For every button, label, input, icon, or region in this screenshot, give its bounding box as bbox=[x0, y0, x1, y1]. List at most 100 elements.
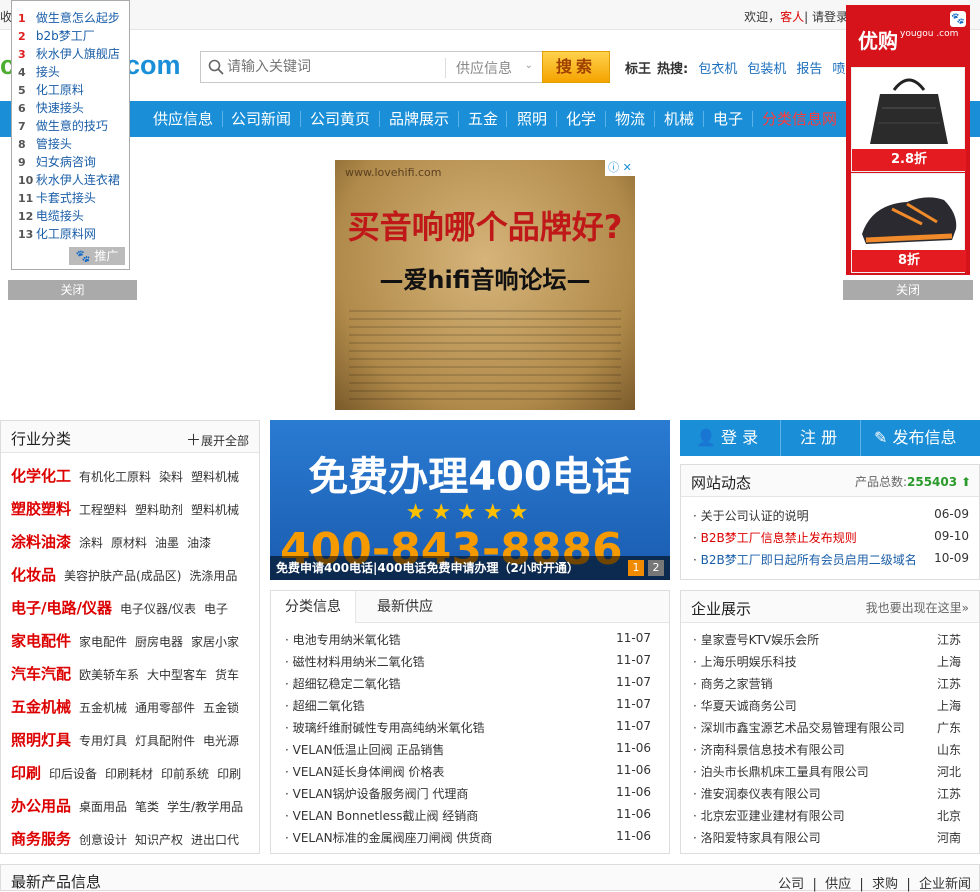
company-item[interactable]: · 商务之家营销 江苏 bbox=[693, 675, 961, 695]
category-sub-link[interactable]: 印后设备 bbox=[49, 767, 97, 781]
list-item[interactable]: · 电池专用纳米氧化锆 11-07 bbox=[285, 631, 651, 651]
ad-list-item[interactable]: 4 接头 bbox=[18, 63, 130, 81]
item-link[interactable]: VELAN Bonnetless截止阀 经销商 bbox=[293, 809, 479, 823]
filter-link-supply[interactable]: 供应 bbox=[825, 877, 851, 892]
company-link[interactable]: 泊头市长鼎机床工量具有限公司 bbox=[701, 765, 869, 779]
category-sub-link[interactable]: 原材料 bbox=[111, 536, 147, 550]
appear-here-link[interactable]: 我也要出现在这里» bbox=[866, 599, 969, 616]
category-sub-link[interactable]: 创意设计 bbox=[79, 833, 127, 847]
ad-link[interactable]: 接头 bbox=[36, 65, 60, 79]
category-sub-link[interactable]: 进出口代 bbox=[191, 833, 239, 847]
category-sub-link[interactable]: 电子仪器 bbox=[120, 602, 168, 616]
category-main-link[interactable]: 办公用品 bbox=[11, 797, 71, 815]
category-sub-link[interactable]: 欧美轿车系 bbox=[79, 668, 139, 682]
item-link[interactable]: 电池专用纳米氧化锆 bbox=[293, 633, 401, 647]
close-left-ad-button[interactable]: 关闭 bbox=[8, 280, 137, 300]
ad-link[interactable]: 妇女病咨询 bbox=[36, 155, 96, 169]
yougou-ad[interactable]: 优购 yougou .com 🐾 2.8折 8折 bbox=[846, 5, 970, 275]
ad-link[interactable]: 秋水伊人连衣裙 bbox=[36, 173, 120, 187]
nav-item[interactable]: 物流 bbox=[615, 101, 645, 137]
expand-all-link[interactable]: ＋展开全部 bbox=[186, 429, 249, 450]
item-link[interactable]: 磁性材料用纳米二氧化锆 bbox=[293, 655, 425, 669]
category-sub-link[interactable]: 灯具配附件 bbox=[135, 734, 195, 748]
list-item[interactable]: · VELAN Bonnetless截止阀 经销商 11-06 bbox=[285, 807, 651, 827]
category-sub-link[interactable]: 五金锁 bbox=[203, 701, 239, 715]
category-main-link[interactable]: 印刷 bbox=[11, 764, 41, 782]
product-card-handbag[interactable]: 2.8折 bbox=[851, 67, 966, 172]
category-main-link[interactable]: 电子/电路/仪器 bbox=[11, 599, 112, 617]
category-sub-link[interactable]: 印刷 bbox=[217, 767, 241, 781]
nav-item[interactable]: 供应信息 bbox=[153, 101, 213, 137]
category-sub-link[interactable]: 油墨 bbox=[155, 536, 179, 550]
category-sub-link[interactable]: 塑料助剂 bbox=[135, 503, 183, 517]
company-link[interactable]: 深圳市鑫宝源艺术品交易管理有限公司 bbox=[701, 721, 905, 735]
nav-item[interactable]: 机械 bbox=[664, 101, 694, 137]
company-item[interactable]: · 华夏天诚商务公司 上海 bbox=[693, 697, 961, 717]
category-sub-link[interactable]: 家电配件 bbox=[79, 635, 127, 649]
filter-link-company[interactable]: 公司 bbox=[778, 877, 804, 892]
category-main-link[interactable]: 涂料油漆 bbox=[11, 533, 71, 551]
company-link[interactable]: 皇家壹号KTV娱乐会所 bbox=[701, 633, 819, 647]
ad-list-item[interactable]: 9 妇女病咨询 bbox=[18, 153, 130, 171]
ad-link[interactable]: b2b梦工厂 bbox=[36, 29, 95, 43]
item-link[interactable]: VELAN标准的金属阀座刀闸阀 供货商 bbox=[293, 831, 493, 845]
category-sub-link[interactable]: 印前系统 bbox=[161, 767, 209, 781]
login-button[interactable]: 👤 登 录 bbox=[696, 420, 758, 456]
company-link[interactable]: 华夏天诚商务公司 bbox=[701, 699, 797, 713]
tab-latest-supply[interactable]: 最新供应 bbox=[363, 591, 447, 623]
category-sub-link[interactable]: 工程塑料 bbox=[79, 503, 127, 517]
category-sub-link[interactable]: 学生/教学用品 bbox=[167, 800, 243, 814]
tab-classified[interactable]: 分类信息 bbox=[271, 591, 356, 623]
news-link[interactable]: B2B梦工厂即日起所有会员启用二级域名 bbox=[701, 553, 917, 567]
ad-link[interactable]: 做生意怎么起步 bbox=[36, 11, 120, 25]
close-right-ad-button[interactable]: 关闭 bbox=[843, 280, 973, 300]
register-button[interactable]: 注 册 bbox=[800, 420, 837, 456]
ad-link[interactable]: 管接头 bbox=[36, 137, 72, 151]
company-link[interactable]: 淮安润泰仪表有限公司 bbox=[701, 787, 821, 801]
filter-link-news[interactable]: 企业新闻 bbox=[919, 877, 971, 892]
ad-list-item[interactable]: 8 管接头 bbox=[18, 135, 130, 153]
nav-item-classified[interactable]: 分类信息网 bbox=[762, 101, 837, 137]
item-link[interactable]: 超细钇稳定二氧化锆 bbox=[293, 677, 401, 691]
list-item[interactable]: · VELAN锅炉设备服务阀门 代理商 11-06 bbox=[285, 785, 651, 805]
slide-indicator[interactable]: 2 bbox=[648, 560, 664, 576]
ad-list-item[interactable]: 13 化工原料网 bbox=[18, 225, 130, 243]
list-item[interactable]: · 玻璃纤维耐碱性专用高纯纳米氧化锆 11-07 bbox=[285, 719, 651, 739]
ad-link[interactable]: 卡套式接头 bbox=[36, 191, 96, 205]
ad-list-item[interactable]: 1 做生意怎么起步 bbox=[18, 9, 130, 27]
nav-item[interactable]: 公司新闻 bbox=[231, 101, 291, 137]
ad-link[interactable]: 化工原料 bbox=[36, 83, 84, 97]
category-sub-link[interactable]: 专用灯具 bbox=[79, 734, 127, 748]
search-button[interactable]: 搜索 bbox=[542, 51, 610, 83]
product-card-shoe[interactable]: 8折 bbox=[851, 173, 966, 273]
slide-indicator[interactable]: 1 bbox=[628, 560, 644, 576]
list-item[interactable]: · VELAN延长身体闸阀 价格表 11-06 bbox=[285, 763, 651, 783]
company-link[interactable]: 济南科景信息技术有限公司 bbox=[701, 743, 845, 757]
category-main-link[interactable]: 五金机械 bbox=[11, 698, 71, 716]
item-link[interactable]: 玻璃纤维耐碱性专用高纯纳米氧化锆 bbox=[293, 721, 485, 735]
category-sub-link[interactable]: 电光源 bbox=[203, 734, 239, 748]
ad-list-item[interactable]: 7 做生意的技巧 bbox=[18, 117, 130, 135]
nav-item[interactable]: 品牌展示 bbox=[389, 101, 449, 137]
search-category-select[interactable]: 供应信息 ⌄ bbox=[445, 58, 541, 78]
login-link[interactable]: | 请登录 bbox=[804, 10, 848, 24]
category-sub-link[interactable]: 美容护肤产品(成品区) bbox=[64, 569, 181, 583]
category-sub-link[interactable]: 涂料 bbox=[79, 536, 103, 550]
nav-item[interactable]: 公司黄页 bbox=[310, 101, 370, 137]
item-link[interactable]: VELAN延长身体闸阀 价格表 bbox=[293, 765, 445, 779]
category-sub-link[interactable]: 洗涤用品 bbox=[189, 569, 237, 583]
category-sub-link[interactable]: 厨房电器 bbox=[135, 635, 183, 649]
company-link[interactable]: 商务之家营销 bbox=[701, 677, 773, 691]
hot-link[interactable]: 报告 bbox=[796, 62, 822, 77]
list-item[interactable]: · VELAN低温止回阀 正品销售 11-06 bbox=[285, 741, 651, 761]
ad-list-item[interactable]: 5 化工原料 bbox=[18, 81, 130, 99]
search-input[interactable] bbox=[227, 56, 437, 78]
phone-400-banner[interactable]: 免费办理400电话 ★★★★★ 400-843-8886 免费申请400电话|4… bbox=[270, 420, 670, 580]
category-sub-link[interactable]: 家居小家 bbox=[191, 635, 239, 649]
category-main-link[interactable]: 商务服务 bbox=[11, 830, 71, 848]
nav-item[interactable]: 电子 bbox=[713, 101, 743, 137]
category-sub-link[interactable]: 货车 bbox=[215, 668, 239, 682]
ad-close-icon[interactable]: ⓘ ✕ bbox=[605, 160, 635, 176]
nav-item[interactable]: 化学 bbox=[566, 101, 596, 137]
company-item[interactable]: · 济南科景信息技术有限公司 山东 bbox=[693, 741, 961, 761]
